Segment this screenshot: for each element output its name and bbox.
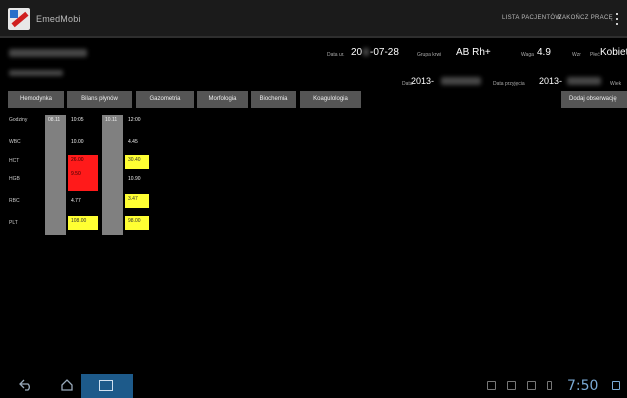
hgb-value-1[interactable]: 9.50	[68, 169, 98, 191]
column-2-time: 12:00	[128, 117, 141, 123]
tab-gasometry[interactable]: Gazometria	[136, 91, 194, 108]
rbc-value-2[interactable]: 3.47	[125, 194, 149, 208]
column-date-2	[102, 115, 123, 235]
column-1-date: 08.11	[48, 117, 61, 123]
tab-hemodynamics[interactable]: Hemodynka	[8, 91, 64, 108]
app-title: EmedMobi	[36, 14, 81, 24]
recent-apps-icon[interactable]	[81, 374, 133, 398]
weight-label: Waga	[521, 52, 534, 58]
hours-label: Godziny	[9, 117, 28, 123]
gallery-notification-icon[interactable]	[507, 381, 516, 390]
overflow-menu-icon[interactable]	[616, 13, 619, 26]
tab-morphology[interactable]: Morfologia	[197, 91, 248, 108]
plt-value-2[interactable]: 98.00	[125, 216, 149, 230]
patient-list-button[interactable]: LISTA PACJENTÓW	[502, 15, 561, 21]
usb-icon[interactable]	[547, 381, 552, 390]
tab-coagulology[interactable]: Koagulologia	[300, 91, 361, 108]
admission-date-label: Data przyjęcia	[493, 81, 525, 87]
row-label-wbc: WBC	[9, 139, 21, 145]
sex-label: Płeć	[590, 52, 600, 58]
hct-value-1[interactable]: 26.00	[68, 155, 98, 169]
date-value: 2013-	[411, 76, 435, 86]
add-observation-button[interactable]: Dodaj obserwację	[561, 91, 627, 108]
weight-value: 4.9	[537, 47, 551, 58]
column-1-time: 10:05	[71, 117, 84, 123]
action-bar: EmedMobi LISTA PACJENTÓW ZAKOŃCZ PRACĘ	[0, 0, 627, 38]
row-label-rbc: RBC	[9, 198, 20, 204]
tab-fluid-balance[interactable]: Bilans płynów	[67, 91, 132, 108]
birth-date-value-prefix: 20	[351, 47, 363, 58]
unit-label: Wzr	[572, 52, 581, 58]
plt-value-1[interactable]: 108.00	[68, 216, 98, 230]
logo-corner	[10, 10, 18, 18]
column-2-date: 10.11	[105, 117, 118, 123]
back-icon[interactable]	[19, 379, 33, 391]
end-work-button[interactable]: ZAKOŃCZ PRACĘ	[558, 15, 613, 21]
system-navigation-bar: 7:50	[0, 374, 627, 398]
patient-id-redacted	[9, 70, 63, 76]
patient-name-redacted	[9, 49, 87, 57]
blood-group-label: Grupa krwi	[417, 52, 442, 58]
status-clock[interactable]: 7:50	[567, 378, 598, 394]
row-label-plt: PLT	[9, 220, 18, 226]
app-logo-icon[interactable]	[8, 8, 30, 30]
row-label-hgb: HGB	[9, 176, 20, 182]
home-icon[interactable]	[60, 378, 74, 392]
rbc-value-1[interactable]: 4.77	[68, 196, 98, 207]
hct-value-2[interactable]: 30.40	[125, 155, 149, 169]
sd-card-icon[interactable]	[527, 381, 536, 390]
column-date-1	[45, 115, 66, 235]
notification-icon[interactable]	[487, 381, 496, 390]
birth-date-value-suffix: -07-28	[370, 47, 399, 58]
wbc-value-1[interactable]: 10.00	[68, 137, 98, 148]
admission-date-redacted	[567, 77, 601, 85]
birth-date-redacted	[363, 48, 369, 56]
hgb-value-2[interactable]: 10.90	[125, 174, 149, 185]
tab-biochemistry[interactable]: Biochemia	[251, 91, 296, 108]
sex-value: Kobiet	[600, 47, 627, 58]
row-label-hct: HCT	[9, 158, 20, 164]
admission-date-value: 2013-	[539, 76, 563, 86]
extra-label: Wiek	[610, 81, 622, 87]
battery-icon[interactable]	[612, 381, 620, 390]
date-redacted	[441, 77, 481, 85]
blood-group-value: AB Rh+	[456, 47, 491, 58]
wbc-value-2[interactable]: 4.45	[125, 137, 149, 148]
birth-date-label: Data ur.	[327, 52, 345, 58]
